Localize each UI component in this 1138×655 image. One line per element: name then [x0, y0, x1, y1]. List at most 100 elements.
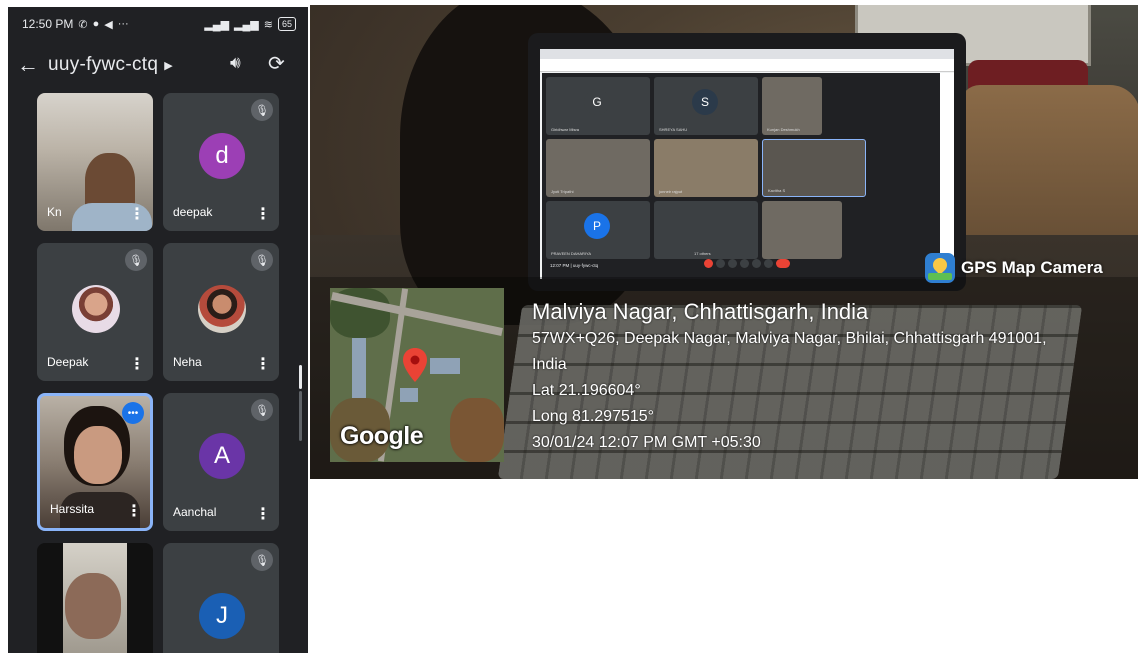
- map-vegetation: [450, 398, 504, 462]
- gps-brand-text: GPS Map Camera: [961, 258, 1103, 277]
- browser-side-panel: [940, 73, 954, 279]
- meet-tile-avatar: S: [692, 89, 718, 115]
- meet-controls: [704, 259, 790, 268]
- meet-tile: Kavitha S: [762, 139, 866, 197]
- participant-name: Harssita: [50, 502, 95, 516]
- avatar: [72, 285, 120, 333]
- participant-name: Aanchal: [173, 505, 217, 519]
- meet-tile-label: jonneir rajput: [659, 189, 683, 194]
- map-pin-icon: [403, 348, 427, 382]
- meet-tile-avatar: P: [584, 213, 610, 239]
- chevron-right-icon[interactable]: ▶: [164, 59, 172, 72]
- meet-time-code: 12:07 PM | uuy-fywc-ctq: [550, 263, 599, 268]
- browser-tab-bar: [540, 49, 954, 59]
- more-options-icon[interactable]: ⋮: [255, 207, 271, 223]
- meet-tile-label: Jyoti Tripathi: [551, 189, 574, 194]
- participant-tile-active-speaker[interactable]: ••• Harssita ⋮: [37, 393, 153, 531]
- scrollbar-track[interactable]: [299, 391, 302, 441]
- mic-off-icon: 🎙︎: [251, 249, 273, 271]
- switch-camera-button[interactable]: ⟳: [268, 51, 285, 76]
- captions-icon: [728, 259, 737, 268]
- wifi-icon: ≋: [263, 18, 273, 31]
- scrollbar-thumb[interactable]: [299, 365, 302, 389]
- meeting-code[interactable]: uuy-fywc-ctq: [48, 54, 158, 76]
- mic-off-icon: 🎙︎: [125, 249, 147, 271]
- location-icon: ●: [92, 18, 100, 30]
- latitude: Lat 21.196604°: [532, 382, 641, 399]
- participant-tile[interactable]: 🎙︎ Deepak ⋮: [37, 243, 153, 381]
- status-bar: 12:50 PM ✆ ● ◀ ··· ▂▄▆ ▂▄▆ ≋ 65: [8, 7, 308, 41]
- participant-name: Kn: [47, 205, 62, 219]
- more-notifications-icon: ···: [117, 18, 129, 30]
- speaker-button[interactable]: 🔊︎: [230, 53, 241, 73]
- gps-details: Malviya Nagar, Chhattisgarh, India 57WX+…: [532, 298, 1122, 456]
- google-logo: Google: [340, 422, 424, 450]
- call-header: ← uuy-fywc-ctq ▶ 🔊︎ ⟳: [8, 47, 308, 83]
- send-icon: ◀: [104, 18, 113, 31]
- more-options-icon[interactable]: ⋮: [126, 504, 142, 520]
- meet-tile: S SHREYA SAHU: [654, 77, 758, 135]
- meet-tile-label: 17 others: [694, 251, 711, 256]
- meet-grid: G Giridhwar Misra S SHREYA SAHU Kunjan D…: [542, 73, 940, 279]
- gps-map-camera-photo: G Giridhwar Misra S SHREYA SAHU Kunjan D…: [310, 5, 1138, 479]
- meet-tile: G Giridhwar Misra: [546, 77, 650, 135]
- status-time: 12:50 PM: [22, 17, 74, 31]
- participant-video-face: [65, 573, 121, 639]
- meet-tile: Kunjan Deshmukh: [762, 77, 822, 135]
- map-building: [400, 388, 418, 402]
- meet-tile-label: Kunjan Deshmukh: [767, 127, 800, 132]
- map-building: [430, 358, 460, 374]
- camera-icon: [716, 259, 725, 268]
- participant-tile[interactable]: Kn ⋮: [37, 93, 153, 231]
- gps-map-camera-brand: GPS Map Camera: [925, 251, 1103, 285]
- gps-map-camera-icon: [925, 253, 955, 283]
- meet-tile-label: Giridhwar Misra: [551, 127, 580, 132]
- more-options-icon[interactable]: ⋮: [255, 507, 271, 523]
- mic-off-icon: 🎙︎: [251, 549, 273, 571]
- more-options-icon[interactable]: ⋮: [129, 207, 145, 223]
- signal-2-icon: ▂▄▆: [234, 18, 259, 31]
- address-line-country: India: [532, 356, 567, 373]
- meet-tile-avatar: G: [584, 89, 610, 115]
- meet-tile: jonneir rajput: [654, 139, 758, 197]
- participant-tile[interactable]: 🎙︎ A Aanchal ⋮: [163, 393, 279, 531]
- browser-url-bar: [540, 59, 954, 72]
- participant-tile[interactable]: 🎙︎ d deepak ⋮: [163, 93, 279, 231]
- raise-hand-icon: [740, 259, 749, 268]
- meet-tile: 17 others: [654, 201, 758, 259]
- datetime: 30/01/24 12:07 PM GMT +05:30: [532, 434, 761, 451]
- signal-icon: ▂▄▆: [204, 18, 230, 31]
- avatar: d: [199, 133, 245, 179]
- whatsapp-icon: ✆: [78, 18, 88, 31]
- participant-tile[interactable]: [37, 543, 153, 653]
- participant-name: Deepak: [47, 355, 89, 369]
- participant-tile[interactable]: 🎙︎ J: [163, 543, 279, 653]
- meet-tile-label: Kavitha S: [768, 188, 786, 193]
- location-title: Malviya Nagar, Chhattisgarh, India: [532, 299, 869, 324]
- meet-phone-screen: 12:50 PM ✆ ● ◀ ··· ▂▄▆ ▂▄▆ ≋ 65 ← uuy-fy…: [8, 7, 308, 653]
- participant-tile[interactable]: 🎙︎ Neha ⋮: [163, 243, 279, 381]
- meet-tile-label: PRAVEEN DAHARIYA: [551, 251, 592, 256]
- map-building: [352, 338, 366, 398]
- avatar: A: [199, 433, 245, 479]
- more-options-icon[interactable]: ⋮: [255, 357, 271, 373]
- participant-video-face: [74, 426, 122, 484]
- participant-name: deepak: [173, 205, 213, 219]
- mic-off-icon: 🎙︎: [251, 99, 273, 121]
- map-thumbnail: Google: [330, 288, 504, 462]
- avatar: [198, 285, 246, 333]
- battery-icon: 65: [277, 17, 296, 31]
- meet-tile: Jyoti Tripathi: [546, 139, 650, 197]
- speaking-indicator-icon: •••: [122, 402, 144, 424]
- meet-tile-label: SHREYA SAHU: [659, 127, 688, 132]
- present-icon: [752, 259, 761, 268]
- participant-name: Neha: [173, 355, 202, 369]
- more-options-icon[interactable]: ⋮: [129, 357, 145, 373]
- longitude: Long 81.297515°: [532, 408, 655, 425]
- meet-tile: [762, 201, 842, 259]
- laptop-screen: G Giridhwar Misra S SHREYA SAHU Kunjan D…: [540, 49, 954, 279]
- address-line: 57WX+Q26, Deepak Nagar, Malviya Nagar, B…: [532, 330, 1047, 347]
- back-button[interactable]: ←: [8, 52, 48, 78]
- more-options-icon: [764, 259, 773, 268]
- mic-off-icon: [704, 259, 713, 268]
